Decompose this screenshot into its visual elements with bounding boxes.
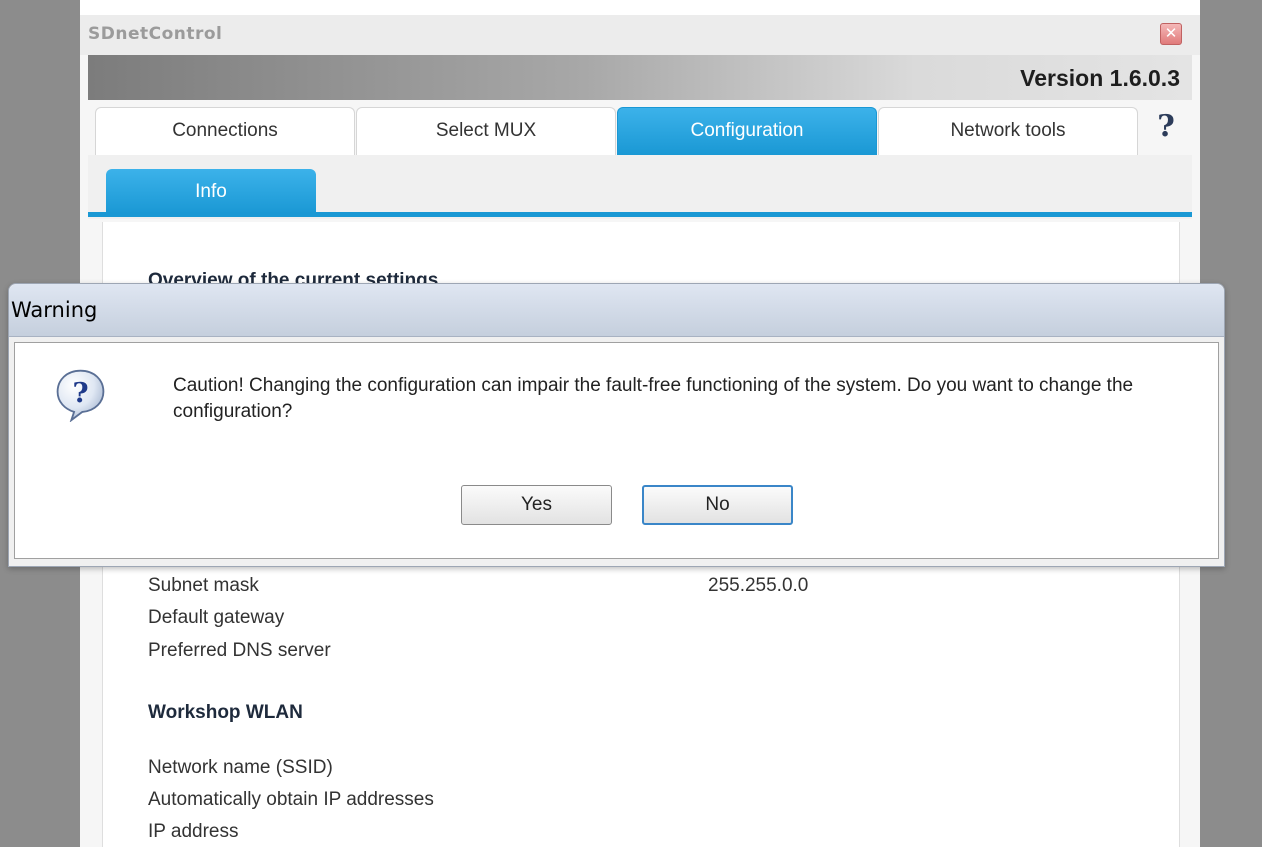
tab-configuration[interactable]: Configuration bbox=[617, 107, 877, 155]
subnet-mask-value: 255.255.0.0 bbox=[708, 575, 809, 596]
sub-tab-underline bbox=[88, 212, 1192, 217]
dialog-title: Warning bbox=[11, 298, 98, 322]
close-button[interactable]: ✕ bbox=[1160, 23, 1182, 45]
sub-tab-strip: Info bbox=[88, 155, 1192, 219]
tab-connections[interactable]: Connections bbox=[95, 107, 355, 155]
title-bar[interactable]: SDnetControl ✕ bbox=[80, 15, 1200, 55]
help-icon[interactable]: ? bbox=[1155, 107, 1177, 147]
preferred-dns-label: Preferred DNS server bbox=[148, 640, 331, 661]
svg-text:?: ? bbox=[72, 377, 88, 409]
dialog-message: Caution! Changing the configuration can … bbox=[173, 375, 1134, 422]
ssid-label: Network name (SSID) bbox=[148, 757, 333, 778]
default-gateway-label: Default gateway bbox=[148, 607, 285, 628]
subtab-info[interactable]: Info bbox=[106, 169, 316, 214]
app-title: SDnetControl bbox=[88, 24, 223, 44]
auto-ip-label: Automatically obtain IP addresses bbox=[148, 789, 434, 810]
no-button[interactable]: No bbox=[642, 485, 793, 525]
warning-dialog: Warning ? Caution! Changing the configur… bbox=[8, 283, 1225, 567]
main-tabs: Connections Select MUX Configuration Net… bbox=[95, 107, 1140, 155]
question-icon: ? bbox=[56, 369, 105, 422]
close-icon: ✕ bbox=[1164, 25, 1178, 42]
workshop-wlan-title: Workshop WLAN bbox=[148, 702, 303, 723]
version-label: Version 1.6.0.3 bbox=[1020, 65, 1180, 91]
dialog-title-bar[interactable]: Warning bbox=[9, 284, 1224, 337]
tab-select-mux[interactable]: Select MUX bbox=[356, 107, 616, 155]
version-bar: Version 1.6.0.3 bbox=[88, 55, 1192, 100]
dialog-body: ? Caution! Changing the configuration ca… bbox=[14, 342, 1219, 559]
subnet-mask-label: Subnet mask bbox=[148, 575, 259, 596]
tab-network-tools[interactable]: Network tools bbox=[878, 107, 1138, 155]
yes-button[interactable]: Yes bbox=[461, 485, 612, 525]
ip-address-label: IP address bbox=[148, 821, 239, 842]
